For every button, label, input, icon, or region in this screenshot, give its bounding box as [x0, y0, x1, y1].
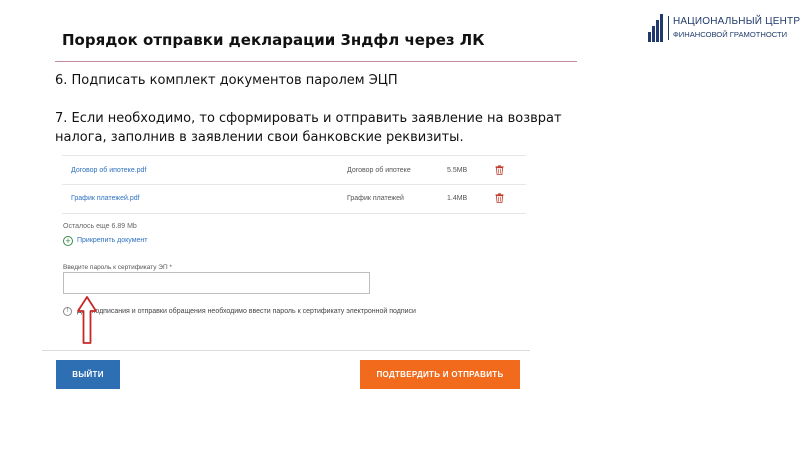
logo-text-line2: ФИНАНСОВОЙ ГРАМОТНОСТИ [673, 30, 788, 39]
file-name-link[interactable]: Договор об ипотеке.pdf [71, 167, 146, 174]
file-row: График платежей.pdf График платежей 1.4M… [62, 184, 526, 214]
form-divider [42, 350, 530, 351]
info-hint-text: Для подписания и отправки обращения необ… [77, 308, 416, 315]
file-type: Договор об ипотеке [347, 167, 411, 174]
plus-circle-icon: + [63, 236, 73, 246]
logo-divider [668, 16, 669, 40]
step-7-text: 7. Если необходимо, то сформировать и от… [55, 111, 562, 145]
red-arrow-up-icon [77, 296, 97, 344]
ncfg-logo: НАЦИОНАЛЬНЫЙ ЦЕНТР ФИНАНСОВОЙ ГРАМОТНОСТ… [648, 14, 800, 44]
file-type: График платежей [347, 195, 404, 202]
password-label: Введите пароль к сертификату ЭП * [63, 264, 172, 271]
attach-document-label: Прикрепить документ [77, 237, 148, 244]
info-circle-icon: ! [63, 307, 72, 316]
trash-icon[interactable] [495, 165, 504, 175]
trash-icon[interactable] [495, 193, 504, 203]
remaining-space-text: Осталось еще 6.89 Mb [63, 223, 137, 230]
file-size: 5.5MB [447, 167, 468, 174]
file-size: 1.4MB [447, 195, 468, 202]
file-name-link[interactable]: График платежей.pdf [71, 195, 140, 202]
certificate-password-input[interactable] [63, 272, 370, 294]
slide-title: Порядок отправки декларации 3ндфл через … [62, 31, 485, 49]
file-row: Договор об ипотеке.pdf Договор об ипотек… [62, 155, 526, 185]
title-underline [55, 61, 577, 62]
logo-text-line1: НАЦИОНАЛЬНЫЙ ЦЕНТР [673, 16, 800, 27]
logo-bars-icon [648, 14, 664, 42]
exit-button[interactable]: ВЫЙТИ [56, 360, 120, 389]
step-6-text: 6. Подписать комплект документов паролем… [55, 73, 398, 88]
confirm-and-send-button[interactable]: ПОДТВЕРДИТЬ И ОТПРАВИТЬ [360, 360, 520, 389]
